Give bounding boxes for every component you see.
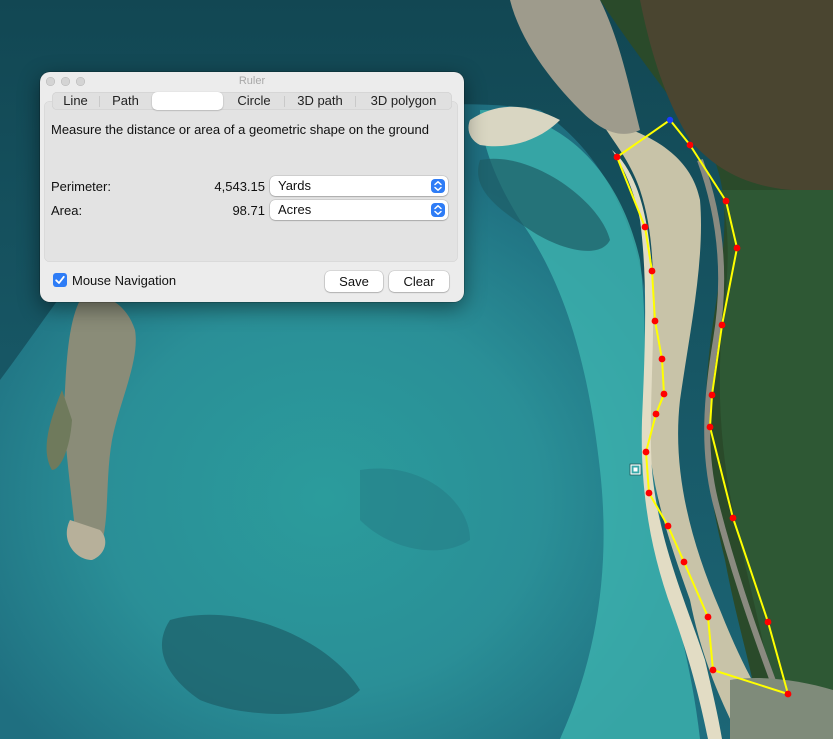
polygon-vertex[interactable] <box>658 355 666 363</box>
tab-3d-path[interactable]: 3D path <box>285 92 355 110</box>
tab-content-panel: Measure the distance or area of a geomet… <box>44 101 458 262</box>
polygon-vertex[interactable] <box>722 197 730 205</box>
polygon-vertex[interactable] <box>708 391 716 399</box>
area-unit-value: Acres <box>278 202 312 217</box>
tab-3d-polygon[interactable]: 3D polygon <box>356 92 451 110</box>
polygon-vertex[interactable] <box>764 618 772 626</box>
polygon-vertex[interactable] <box>733 244 741 252</box>
clear-button[interactable]: Clear <box>389 271 449 292</box>
polygon-vertex[interactable] <box>641 223 649 231</box>
tab-line[interactable]: Line <box>52 92 99 110</box>
perimeter-unit-value: Yards <box>278 178 311 193</box>
polygon-vertex[interactable] <box>664 522 672 530</box>
tab-path[interactable]: Path <box>100 92 151 110</box>
polygon-vertex[interactable] <box>645 489 653 497</box>
mouse-navigation-label: Mouse Navigation <box>72 273 177 288</box>
area-value: 98.71 <box>232 203 265 218</box>
polygon-vertex[interactable] <box>729 514 737 522</box>
polygon-vertex[interactable] <box>666 116 674 124</box>
polygon-vertex[interactable] <box>709 666 717 674</box>
tab-polygon[interactable] <box>152 92 223 110</box>
checkmark-icon <box>55 275 65 284</box>
mouse-navigation-checkbox[interactable] <box>53 273 67 287</box>
polygon-vertex[interactable] <box>613 153 621 161</box>
polygon-vertex[interactable] <box>706 423 714 431</box>
polygon-vertex[interactable] <box>680 558 688 566</box>
save-button[interactable]: Save <box>325 271 383 292</box>
chevron-updown-icon <box>431 179 445 193</box>
chevron-updown-icon <box>431 203 445 217</box>
tab-circle[interactable]: Circle <box>224 92 284 110</box>
polygon-vertex[interactable] <box>718 321 726 329</box>
perimeter-value: 4,543.15 <box>214 179 265 194</box>
polygon-vertex[interactable] <box>660 390 668 398</box>
polygon-vertex[interactable] <box>686 141 694 149</box>
polygon-vertex[interactable] <box>648 267 656 275</box>
polygon-vertex[interactable] <box>642 448 650 456</box>
description-text: Measure the distance or area of a geomet… <box>51 122 429 137</box>
tab-bar: Line Path Circle 3D path 3D polygon <box>52 92 452 110</box>
ruler-window[interactable]: Ruler Measure the distance or area of a … <box>40 72 464 302</box>
area-unit-select[interactable]: Acres <box>270 200 448 220</box>
perimeter-label: Perimeter: <box>51 179 111 194</box>
polygon-vertex[interactable] <box>651 317 659 325</box>
perimeter-unit-select[interactable]: Yards <box>270 176 448 196</box>
polygon-vertex[interactable] <box>652 410 660 418</box>
polygon-vertex[interactable] <box>784 690 792 698</box>
window-title: Ruler <box>238 75 266 87</box>
polygon-vertex[interactable] <box>704 613 712 621</box>
title-bar[interactable]: Ruler <box>40 72 464 90</box>
area-label: Area: <box>51 203 83 218</box>
